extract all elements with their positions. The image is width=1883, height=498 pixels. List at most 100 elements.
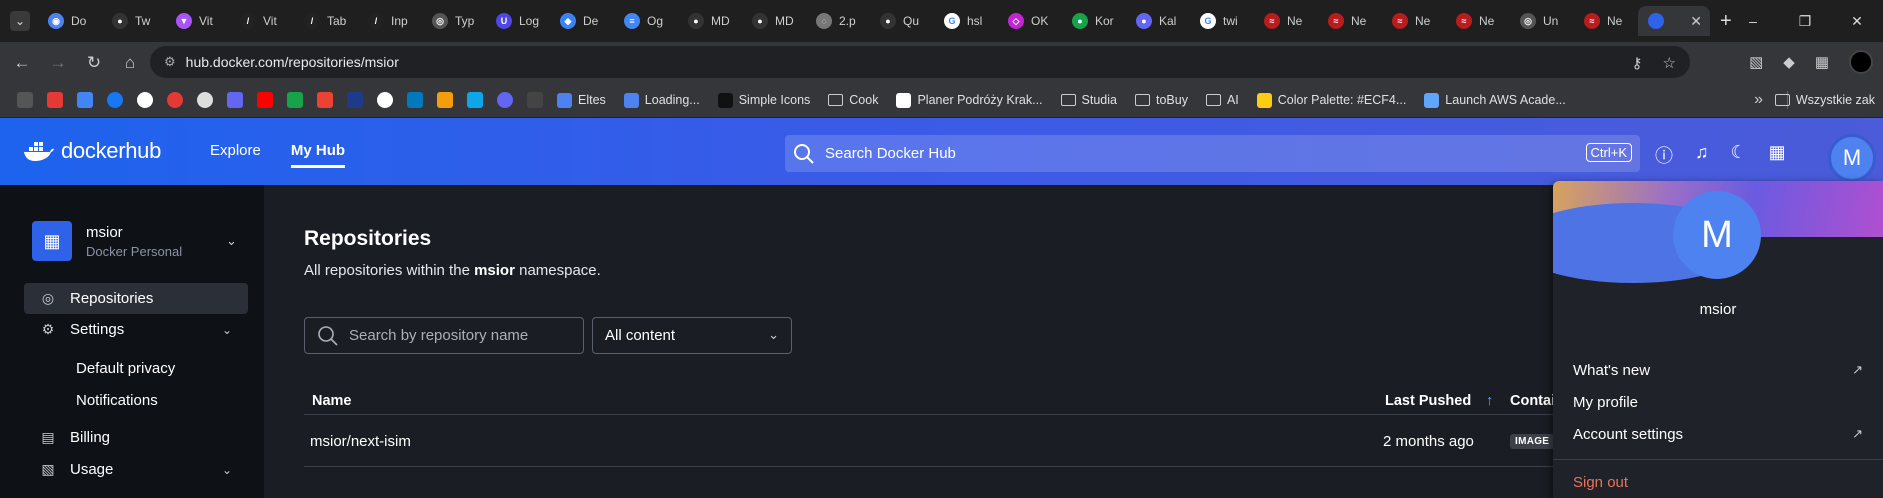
browser-tab[interactable]: ▼ Vit [166, 6, 230, 36]
browser-tab[interactable]: ● Tw [102, 6, 166, 36]
browser-tab[interactable]: ● Kal [1126, 6, 1190, 36]
browser-tab-active[interactable]: ✕ [1638, 6, 1710, 36]
repo-search-field[interactable] [304, 317, 584, 354]
sort-ascending-icon[interactable]: ↑ [1486, 393, 1493, 409]
org-switcher[interactable]: ▦ msior Docker Personal [32, 221, 182, 261]
content-filter-select[interactable]: All content ⌄ [592, 317, 792, 354]
browser-tab[interactable]: ◎ Un [1510, 6, 1574, 36]
bookmark-item[interactable]: Loading... [623, 92, 700, 108]
sidebar-item-default-privacy[interactable]: Default privacy [76, 360, 175, 377]
bookmark-item[interactable]: Eltes [557, 92, 606, 108]
menu-item-my-profile[interactable]: My profile [1573, 394, 1863, 411]
apps-grid-icon[interactable]: ▦ [1769, 142, 1786, 168]
url-text[interactable]: hub.docker.com/repositories/msior [186, 54, 399, 70]
browser-tab[interactable]: Ghsl [934, 6, 998, 36]
browser-tab[interactable]: ● MD [678, 6, 742, 36]
global-search-input[interactable]: Search Docker Hub Ctrl+K [785, 135, 1640, 172]
bookmark-icon[interactable] [167, 92, 183, 108]
other-bookmarks-folder[interactable]: Wszystkie zak [1774, 93, 1875, 107]
browser-tab[interactable]: ≈ Ne [1254, 6, 1318, 36]
bookmark-icon[interactable] [347, 92, 363, 108]
repo-search-input[interactable] [349, 327, 569, 344]
browser-tab[interactable]: / Inp [358, 6, 422, 36]
minimize-button[interactable]: – [1727, 13, 1779, 29]
browser-tab[interactable]: ● MD [742, 6, 806, 36]
tab-groups-icon[interactable]: ▧ [1749, 53, 1763, 71]
back-button[interactable]: ← [4, 53, 40, 73]
browser-tab[interactable]: / Vit [230, 6, 294, 36]
browser-tab[interactable]: U Log [486, 6, 550, 36]
bookmark-star-icon[interactable]: ☆ [1663, 54, 1676, 72]
site-info-icon[interactable]: ⚙ [164, 54, 176, 70]
nav-explore[interactable]: Explore [210, 142, 261, 168]
google-icon[interactable] [137, 92, 153, 108]
menu-item-account-settings[interactable]: Account settings ↗ [1573, 426, 1863, 443]
gmail-icon[interactable] [317, 92, 333, 108]
nav-my-hub[interactable]: My Hub [290, 142, 346, 168]
bookmarks-overflow-button[interactable]: » [1754, 91, 1763, 109]
home-button[interactable]: ⌂ [112, 53, 148, 73]
bookmark-icon[interactable] [227, 92, 243, 108]
table-row[interactable]: msior/next-isim 2 months ago IMAGE [304, 415, 1555, 467]
browser-tab[interactable]: ≈ Ne [1446, 6, 1510, 36]
bookmark-icon[interactable] [287, 92, 303, 108]
browser-tab[interactable]: ● Qu [870, 6, 934, 36]
column-header-name[interactable]: Name [312, 393, 352, 409]
trello-icon[interactable] [407, 92, 423, 108]
bookmark-icon[interactable] [527, 92, 543, 108]
bookmark-icon[interactable] [497, 92, 513, 108]
browser-tab[interactable]: ≈ Ne [1574, 6, 1638, 36]
browser-tab[interactable]: ◆ De [550, 6, 614, 36]
sidebar-item-settings[interactable]: ⚙ Settings ⌄ [24, 314, 248, 345]
bookmark-icon[interactable] [437, 92, 453, 108]
help-icon[interactable]: ⓘ [1655, 142, 1673, 168]
sidebar-item-repositories[interactable]: ◎ Repositories [24, 283, 248, 314]
bookmark-icon[interactable] [47, 92, 63, 108]
sidebar-item-billing[interactable]: ▤ Billing [24, 422, 248, 453]
profile-avatar[interactable] [1849, 50, 1873, 74]
extensions-puzzle-icon[interactable]: ▦ [1815, 53, 1829, 71]
browser-tab[interactable]: Gtwi [1190, 6, 1254, 36]
bookmark-item[interactable]: Launch AWS Acade... [1424, 92, 1566, 108]
bookmark-icon[interactable] [467, 92, 483, 108]
bookmark-folder[interactable]: Studia [1060, 93, 1117, 107]
dockerhub-logo[interactable]: dockerhub [23, 138, 161, 164]
reload-button[interactable]: ↻ [76, 53, 112, 73]
browser-tab[interactable]: ◉ Do [38, 6, 102, 36]
sign-out-button[interactable]: Sign out [1573, 474, 1628, 491]
bookmark-folder[interactable]: toBuy [1134, 93, 1188, 107]
browser-tab[interactable]: ≡ Og [614, 6, 678, 36]
apps-grid-icon[interactable] [17, 92, 33, 108]
youtube-icon[interactable] [257, 92, 273, 108]
bookmark-folder[interactable]: AI [1205, 93, 1239, 107]
bookmark-item[interactable]: Color Palette: #ECF4... [1256, 92, 1406, 108]
menu-item-whats-new[interactable]: What's new ↗ [1573, 362, 1863, 379]
bookmark-icon[interactable] [77, 92, 93, 108]
user-avatar-button[interactable]: M [1828, 134, 1876, 182]
url-bar[interactable]: ⚙ hub.docker.com/repositories/msior ⚷ ☆ [150, 46, 1690, 78]
github-icon[interactable] [377, 92, 393, 108]
bookmark-folder[interactable]: Cook [828, 93, 878, 107]
browser-tab[interactable]: ◌ 2.p [806, 6, 870, 36]
notifications-bell-icon[interactable]: ♫ [1695, 142, 1709, 168]
maximize-button[interactable]: ❐ [1779, 13, 1831, 30]
browser-tab[interactable]: / Tab [294, 6, 358, 36]
extension-icon[interactable]: ◆ [1783, 53, 1795, 71]
column-header-last-pushed[interactable]: Last Pushed [1385, 393, 1471, 409]
browser-tab[interactable]: ≈ Ne [1318, 6, 1382, 36]
chevron-down-icon[interactable]: ⌄ [226, 233, 237, 249]
tab-search-button[interactable]: ⌄ [10, 11, 30, 31]
browser-tab[interactable]: ≈ Ne [1382, 6, 1446, 36]
sidebar-item-notifications[interactable]: Notifications [76, 392, 158, 409]
messenger-icon[interactable] [107, 92, 123, 108]
forward-button[interactable]: → [40, 53, 76, 73]
key-icon[interactable]: ⚷ [1632, 54, 1643, 72]
browser-tab[interactable]: ◎ Typ [422, 6, 486, 36]
close-tab-icon[interactable]: ✕ [1690, 13, 1702, 30]
bookmark-item[interactable]: Simple Icons [717, 92, 810, 108]
repo-name-link[interactable]: msior/next-isim [310, 433, 411, 450]
bookmark-icon[interactable] [197, 92, 213, 108]
browser-tab[interactable]: ● Kor [1062, 6, 1126, 36]
sidebar-item-usage[interactable]: ▧ Usage ⌄ [24, 454, 248, 485]
theme-toggle-icon[interactable]: ☾ [1731, 142, 1747, 168]
